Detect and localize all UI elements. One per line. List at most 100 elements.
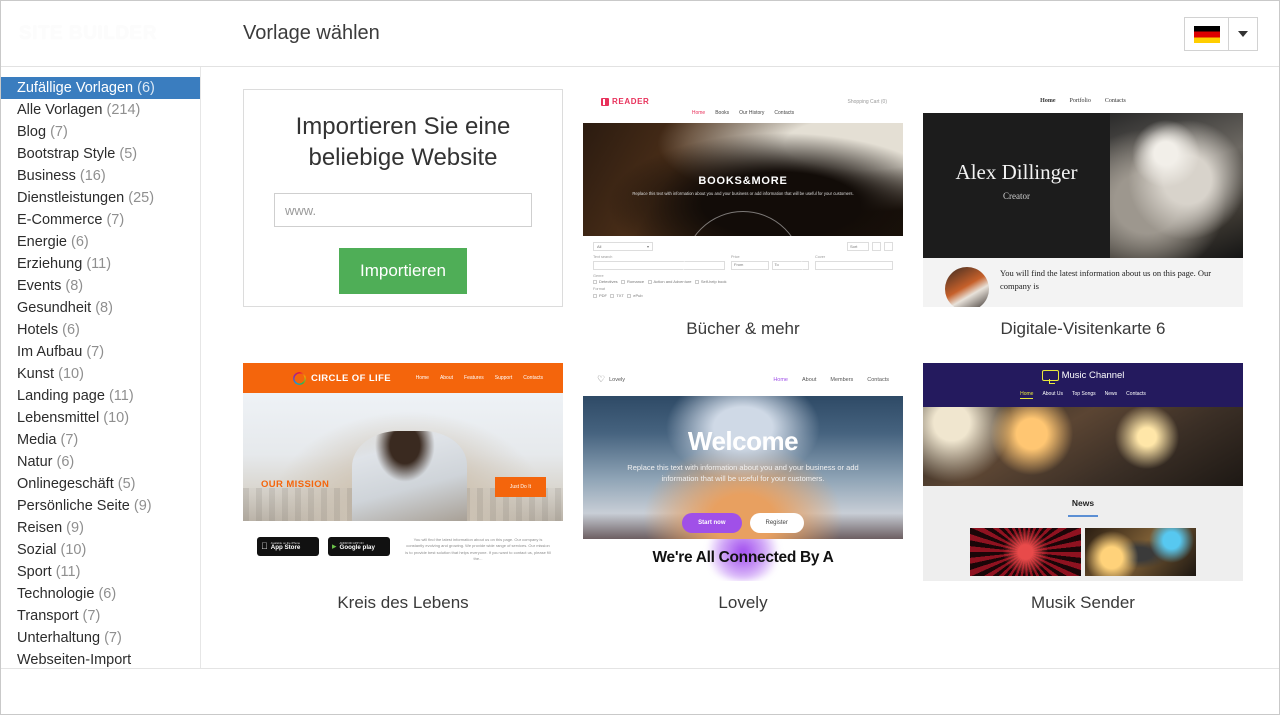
- lv-hero: Welcome Replace this text with informati…: [583, 396, 903, 539]
- sidebar-item-sozial[interactable]: Sozial (10): [1, 539, 200, 561]
- sidebar-item-kunst[interactable]: Kunst (10): [1, 363, 200, 385]
- sidebar-item-count: (6): [62, 322, 80, 338]
- sidebar-item-count: (10): [60, 542, 87, 558]
- bm-format-0: PDF: [599, 292, 607, 298]
- sidebar-item-count: (6): [137, 80, 155, 96]
- lv-nav-3: Contacts: [867, 376, 889, 383]
- mc-news-image-1: [970, 528, 1081, 576]
- sidebar-item-count: (25): [128, 190, 155, 206]
- sidebar-item-label: Erziehung: [17, 256, 83, 272]
- sidebar-item-pers-nliche-seite[interactable]: Persönliche Seite (9): [1, 495, 200, 517]
- sidebar-item-e-commerce[interactable]: E-Commerce (7): [1, 209, 200, 231]
- template-thumbnail-buecher-und-mehr[interactable]: READER Shopping Cart (0) Home Books Our …: [583, 89, 903, 307]
- lv-start-now-button: Start now: [682, 513, 742, 533]
- sidebar-item-count: (214): [106, 102, 141, 118]
- cl-nav-4: Contacts: [523, 375, 543, 381]
- sidebar-item-label: Webseiten-Import: [17, 652, 132, 668]
- sidebar-item-count: (11): [55, 564, 81, 580]
- sidebar-item-technologie[interactable]: Technologie (6): [1, 583, 200, 605]
- sidebar-item-blog[interactable]: Blog (7): [1, 121, 200, 143]
- language-selector[interactable]: [1184, 17, 1258, 51]
- sidebar-item-events[interactable]: Events (8): [1, 275, 200, 297]
- bm-navbar: READER Shopping Cart (0) Home Books Our …: [583, 89, 903, 123]
- template-cell-musik-sender[interactable]: Music Channel Home About Us Top Songs Ne…: [923, 363, 1243, 637]
- template-cell-buecher-und-mehr[interactable]: READER Shopping Cart (0) Home Books Our …: [583, 89, 903, 363]
- sidebar-item-label: Reisen: [17, 520, 63, 536]
- template-chooser-window: SITE BUILDER Vorlage wählen Zufällige Vo…: [0, 0, 1280, 715]
- template-thumbnail-musik-sender[interactable]: Music Channel Home About Us Top Songs Ne…: [923, 363, 1243, 581]
- sidebar-item-label: Technologie: [17, 586, 95, 602]
- sidebar-item-label: Energie: [17, 234, 67, 250]
- lv-register-button: Register: [749, 513, 804, 533]
- sidebar-item-reisen[interactable]: Reisen (9): [1, 517, 200, 539]
- sidebar-item-unterhaltung[interactable]: Unterhaltung (7): [1, 627, 200, 649]
- lv-nav-links: Home About Members Contacts: [773, 377, 889, 383]
- google-play-large: Google play: [339, 543, 375, 551]
- bm-nav-links: Home Books Our History Contacts: [692, 110, 794, 116]
- template-gallery: Importieren Sie eine beliebige Website I…: [201, 67, 1279, 668]
- sidebar-item-media[interactable]: Media (7): [1, 429, 200, 451]
- dv-person-role: Creator: [1003, 191, 1030, 201]
- sidebar-item-erziehung[interactable]: Erziehung (11): [1, 253, 200, 275]
- sidebar-item-label: Transport: [17, 608, 79, 624]
- template-thumbnail-kreis-des-lebens[interactable]: CIRCLE OF LIFE Home About Features Suppo…: [243, 363, 563, 581]
- sidebar-item-hotels[interactable]: Hotels (6): [1, 319, 200, 341]
- bm-brand-text: READER: [612, 97, 650, 106]
- sidebar-item-gesundheit[interactable]: Gesundheit (8): [1, 297, 200, 319]
- lv-brand-text: Lovely: [609, 376, 625, 383]
- lv-section: We're All Connected By A: [583, 539, 903, 581]
- sidebar-item-transport[interactable]: Transport (7): [1, 605, 200, 627]
- sidebar-item-count: (7): [106, 212, 125, 228]
- sidebar-item-label: E-Commerce: [17, 212, 103, 228]
- mc-brand: Music Channel: [1041, 370, 1124, 384]
- bm-hero-title: BOOKS&MORE: [698, 175, 788, 187]
- mc-hero-photo: [923, 407, 1243, 486]
- bm-hero-circle: [683, 211, 803, 307]
- bm-cover-group: Cover: [815, 255, 893, 270]
- cl-nav-1: About: [439, 375, 454, 381]
- checkbox-icon: [610, 293, 615, 298]
- import-button[interactable]: Importieren: [339, 248, 467, 295]
- sidebar-item-lebensmittel[interactable]: Lebensmittel (10): [1, 407, 200, 429]
- sidebar-item-count: (6): [71, 234, 89, 250]
- sidebar-item-bootstrap-style[interactable]: Bootstrap Style (5): [1, 143, 200, 165]
- sidebar-item-sport[interactable]: Sport (11): [1, 561, 200, 583]
- mc-news-image-2: [1085, 528, 1196, 576]
- sidebar-item-alle-vorlagen[interactable]: Alle Vorlagen (214): [1, 99, 200, 121]
- sidebar-item-business[interactable]: Business (16): [1, 165, 200, 187]
- import-cell: Importieren Sie eine beliebige Website I…: [243, 89, 563, 363]
- app-logo[interactable]: SITE BUILDER: [1, 23, 201, 45]
- lv-nav-2: Members: [830, 376, 854, 383]
- import-url-input[interactable]: [274, 193, 532, 228]
- template-thumbnail-lovely[interactable]: ♡ Lovely Home About Members Contacts Wel…: [583, 363, 903, 581]
- sidebar-item-landing-page[interactable]: Landing page (11): [1, 385, 200, 407]
- sidebar-item-im-aufbau[interactable]: Im Aufbau (7): [1, 341, 200, 363]
- bm-sort-group: Sort: [847, 242, 893, 251]
- circle-ring-icon: [293, 371, 306, 385]
- language-flag-cell[interactable]: [1185, 18, 1229, 50]
- sidebar-item-count: (7): [50, 124, 68, 140]
- bm-format-1: TXT: [616, 292, 624, 298]
- sidebar-item-count: (6): [98, 586, 117, 602]
- sidebar-item-dienstleistungen[interactable]: Dienstleistungen (25): [1, 187, 200, 209]
- lv-section-heading: We're All Connected By A: [652, 549, 834, 566]
- sidebar-item-natur[interactable]: Natur (6): [1, 451, 200, 473]
- music-screen-icon: [1041, 370, 1059, 384]
- sidebar-item-count: (6): [56, 454, 75, 470]
- sidebar-item-label: Dienstleistungen: [17, 190, 125, 206]
- sidebar-item-label: Gesundheit: [17, 300, 92, 316]
- language-dropdown-toggle[interactable]: [1229, 18, 1257, 50]
- template-cell-digitale-visitenkarte-6[interactable]: Home Portfolio Contacts Alex Dillinger C…: [923, 89, 1243, 363]
- sidebar-item-energie[interactable]: Energie (6): [1, 231, 200, 253]
- sidebar-item-label: Lebensmittel: [17, 410, 100, 426]
- sidebar-item-label: Bootstrap Style: [17, 146, 116, 162]
- cl-brand: CIRCLE OF LIFE: [293, 371, 391, 385]
- sidebar-item-webseiten-import[interactable]: Webseiten-Import: [1, 649, 200, 668]
- template-thumbnail-digitale-visitenkarte-6[interactable]: Home Portfolio Contacts Alex Dillinger C…: [923, 89, 1243, 307]
- sidebar-item-onlinegesch-ft[interactable]: Onlinegeschäft (5): [1, 473, 200, 495]
- mc-heading-rule: [1068, 515, 1098, 517]
- template-cell-kreis-des-lebens[interactable]: CIRCLE OF LIFE Home About Features Suppo…: [243, 363, 563, 637]
- template-cell-lovely[interactable]: ♡ Lovely Home About Members Contacts Wel…: [583, 363, 903, 637]
- sidebar-item-zuf-llige-vorlagen[interactable]: Zufällige Vorlagen (6): [1, 77, 200, 99]
- sidebar-item-label: Onlinegeschäft: [17, 476, 114, 492]
